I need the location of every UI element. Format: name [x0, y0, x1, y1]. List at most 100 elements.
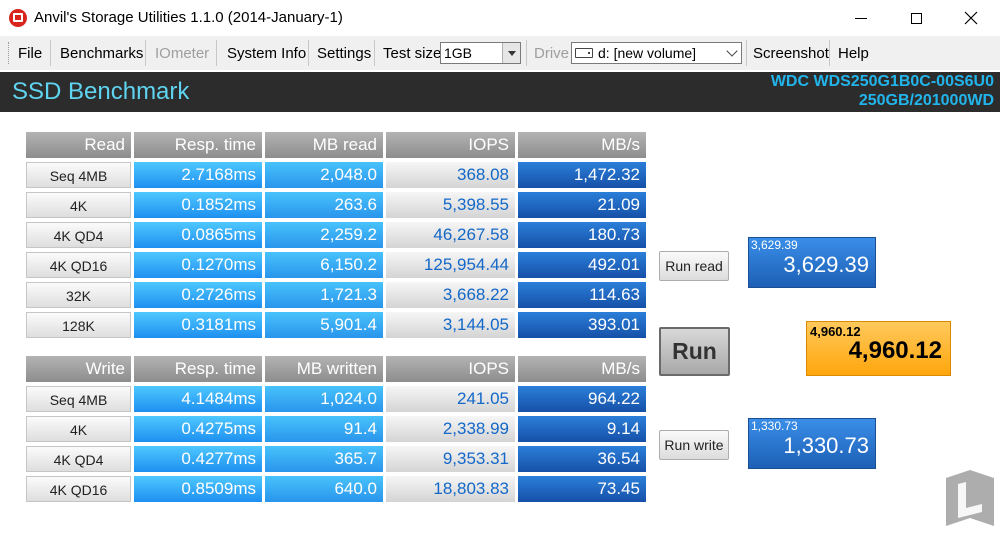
window-title: Anvil's Storage Utilities 1.1.0 (2014-Ja…	[34, 9, 343, 26]
read-row-label: Seq 4MB	[26, 162, 131, 188]
write-header-4: MB/s	[518, 356, 646, 382]
minimize-button[interactable]	[838, 0, 884, 36]
write-row-mbs: 73.45	[518, 476, 646, 502]
write-row-mbs: 36.54	[518, 446, 646, 472]
menu-iometer[interactable]: IOmeter	[155, 44, 209, 64]
run-write-button[interactable]: Run write	[659, 430, 729, 460]
write-row-resp: 0.8509ms	[134, 476, 262, 502]
toolbar-grip[interactable]	[8, 42, 11, 64]
read-score-small: 3,629.39	[751, 238, 798, 252]
read-row-resp: 0.3181ms	[134, 312, 262, 338]
read-row-mbs: 492.01	[518, 252, 646, 278]
read-score-value: 3,629.39	[783, 252, 869, 277]
page-title: SSD Benchmark	[12, 78, 190, 105]
read-row-resp: 0.0865ms	[134, 222, 262, 248]
read-header-0: Read	[26, 132, 131, 158]
test-size-value: 1GB	[444, 45, 473, 61]
run-read-button[interactable]: Run read	[659, 251, 729, 281]
drive-select[interactable]: d: [new volume]	[571, 42, 742, 64]
read-row-label: 4K QD4	[26, 222, 131, 248]
read-row-iops: 3,668.22	[386, 282, 515, 308]
read-header-3: IOPS	[386, 132, 515, 158]
read-header-4: MB/s	[518, 132, 646, 158]
dropdown-arrow-icon[interactable]	[502, 43, 520, 63]
read-row-iops: 368.08	[386, 162, 515, 188]
read-row-mbs: 393.01	[518, 312, 646, 338]
drive-label: Drive	[534, 45, 570, 62]
menu-separator	[526, 40, 527, 66]
total-score: 4,960.12 4,960.12	[806, 321, 951, 376]
read-header-1: Resp. time	[134, 132, 262, 158]
menu-separator	[829, 40, 830, 66]
close-icon	[964, 11, 978, 25]
read-row-iops: 3,144.05	[386, 312, 515, 338]
read-row-label: 128K	[26, 312, 131, 338]
write-row-mb: 91.4	[265, 416, 383, 442]
menu-separator	[50, 40, 51, 66]
test-size-select[interactable]: 1GB	[440, 42, 521, 64]
menu-separator	[746, 40, 747, 66]
read-row-label: 4K QD16	[26, 252, 131, 278]
write-row-label: 4K	[26, 416, 131, 442]
read-row-mb: 6,150.2	[265, 252, 383, 278]
read-score: 3,629.39 3,629.39	[748, 237, 876, 288]
write-header-2: MB written	[265, 356, 383, 382]
write-row-mb: 640.0	[265, 476, 383, 502]
maximize-button[interactable]	[893, 0, 939, 36]
write-row-label: 4K QD4	[26, 446, 131, 472]
read-row-label: 4K	[26, 192, 131, 218]
maximize-icon	[910, 12, 922, 24]
drive-icon	[575, 48, 593, 59]
read-row-resp: 2.7168ms	[134, 162, 262, 188]
drive-size: 250GB/201000WD	[858, 92, 994, 109]
write-row-iops: 2,338.99	[386, 416, 515, 442]
write-header-3: IOPS	[386, 356, 515, 382]
read-row-iops: 125,954.44	[386, 252, 515, 278]
write-row-resp: 4.1484ms	[134, 386, 262, 412]
menu-separator	[308, 40, 309, 66]
write-row-iops: 241.05	[386, 386, 515, 412]
menu-screenshot[interactable]: Screenshot	[753, 44, 829, 64]
write-score-value: 1,330.73	[783, 433, 869, 458]
write-row-mbs: 9.14	[518, 416, 646, 442]
close-button[interactable]	[948, 0, 994, 36]
read-row-mbs: 114.63	[518, 282, 646, 308]
title-bar: Anvil's Storage Utilities 1.1.0 (2014-Ja…	[0, 0, 1000, 36]
write-row-mb: 1,024.0	[265, 386, 383, 412]
menu-system-info[interactable]: System Info	[227, 44, 306, 64]
legit-reviews-logo	[946, 470, 994, 526]
menu-separator	[374, 40, 375, 66]
drive-value: d: [new volume]	[598, 45, 697, 61]
read-row-mb: 2,048.0	[265, 162, 383, 188]
write-row-iops: 9,353.31	[386, 446, 515, 472]
app-icon[interactable]	[9, 9, 27, 27]
read-row-mbs: 1,472.32	[518, 162, 646, 188]
read-row-iops: 46,267.58	[386, 222, 515, 248]
run-button[interactable]: Run	[659, 327, 730, 376]
read-row-mbs: 21.09	[518, 192, 646, 218]
write-row-mb: 365.7	[265, 446, 383, 472]
read-row-resp: 0.1270ms	[134, 252, 262, 278]
menu-help[interactable]: Help	[838, 44, 869, 64]
read-header-2: MB read	[265, 132, 383, 158]
read-row-label: 32K	[26, 282, 131, 308]
write-header-0: Write	[26, 356, 131, 382]
menu-separator	[216, 40, 217, 66]
read-row-mb: 2,259.2	[265, 222, 383, 248]
drive-model: WDC WDS250G1B0C-00S6U0	[770, 73, 994, 90]
menu-separator	[145, 40, 146, 66]
write-header-1: Resp. time	[134, 356, 262, 382]
menu-file[interactable]: File	[18, 44, 42, 64]
read-row-resp: 0.2726ms	[134, 282, 262, 308]
write-row-label: Seq 4MB	[26, 386, 131, 412]
total-score-value: 4,960.12	[848, 337, 942, 364]
read-row-mbs: 180.73	[518, 222, 646, 248]
write-score-small: 1,330.73	[751, 419, 798, 433]
menu-settings[interactable]: Settings	[317, 44, 371, 64]
write-row-resp: 0.4275ms	[134, 416, 262, 442]
write-row-iops: 18,803.83	[386, 476, 515, 502]
read-row-mb: 5,901.4	[265, 312, 383, 338]
write-row-resp: 0.4277ms	[134, 446, 262, 472]
read-row-mb: 263.6	[265, 192, 383, 218]
menu-benchmarks[interactable]: Benchmarks	[60, 44, 143, 64]
